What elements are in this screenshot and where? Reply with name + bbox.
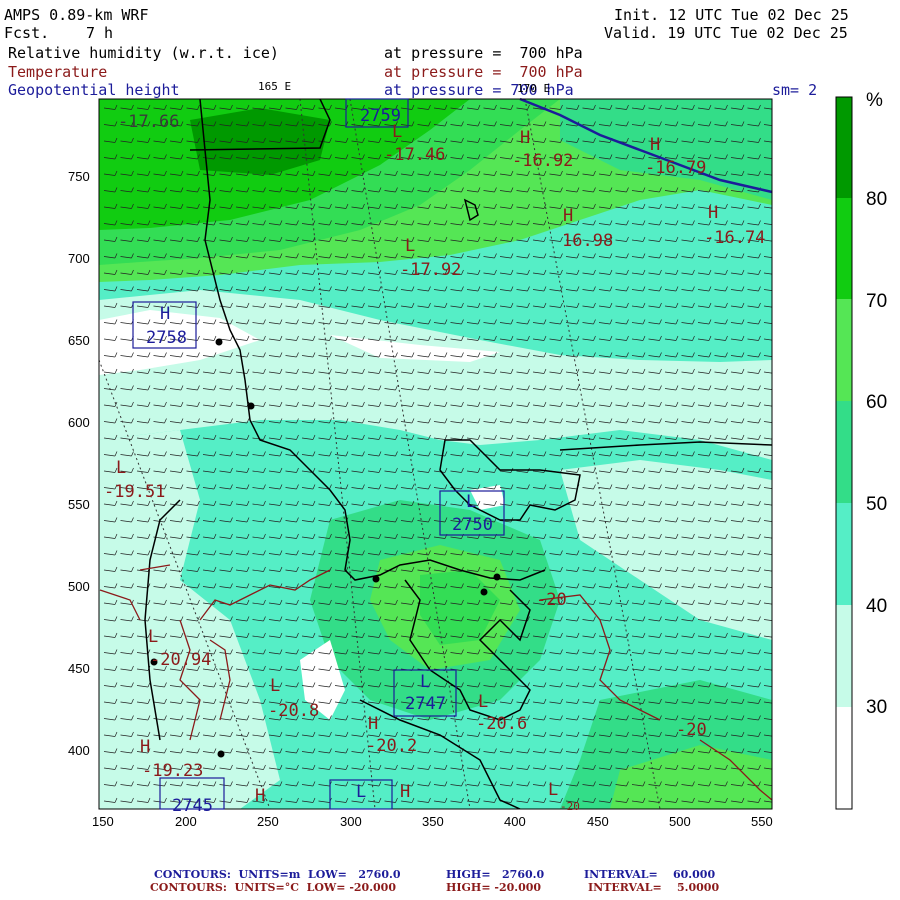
y-tick: 400 [68,743,90,758]
x-tick: 350 [422,814,444,829]
x-tick: 450 [587,814,609,829]
y-tick: 650 [68,333,90,348]
x-tick: 250 [257,814,279,829]
y-tick: 450 [68,661,90,676]
y-tick: 550 [68,497,90,512]
colorbar-label: 40 [866,596,888,617]
x-tick: 400 [504,814,526,829]
x-tick: 500 [669,814,691,829]
footer-geopot-contours: CONTOURS: UNITS=m LOW= 2760.0 [154,868,401,881]
footer-temp-interval: INTERVAL= 5.0000 [588,881,720,894]
colorbar-label: 30 [866,697,888,718]
y-tick: 500 [68,579,90,594]
y-tick: 600 [68,415,90,430]
x-tick: 550 [751,814,773,829]
footer-temp-contours: CONTOURS: UNITS=°C LOW= -20.000 [150,881,396,894]
colorbar [835,96,853,810]
colorbar-label: 50 [866,494,888,515]
y-tick: 700 [68,251,90,266]
colorbar-label: 70 [866,291,888,312]
colorbar-label: 80 [866,189,888,210]
colorbar-label: 60 [866,392,888,413]
x-tick: 150 [92,814,114,829]
x-tick: 300 [340,814,362,829]
y-tick: 750 [68,169,90,184]
weather-map [98,96,853,810]
colorbar-unit: % [866,90,883,111]
footer-geopot-high: HIGH= 2760.0 [446,868,545,881]
x-tick: 200 [175,814,197,829]
footer-geopot-interval: INTERVAL= 60.000 [584,868,716,881]
footer-temp-high: HIGH= -20.000 [446,881,542,894]
